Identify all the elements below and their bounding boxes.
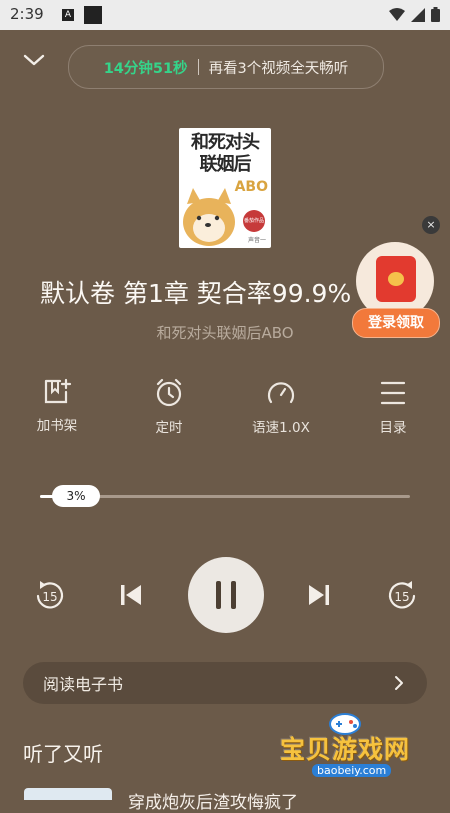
collapse-chevron-icon[interactable] (22, 50, 46, 70)
notification-square-icon (84, 6, 102, 24)
chevron-right-icon (395, 676, 403, 690)
rewind-15-button[interactable]: 15 (30, 578, 70, 614)
shiba-dog-illustration (183, 188, 235, 246)
login-claim-button[interactable]: 登录领取 (352, 308, 440, 338)
notification-a-icon: A (62, 9, 74, 21)
cover-badge: 番茄作品 (243, 210, 265, 232)
add-bookshelf-button[interactable]: 加书架 (17, 378, 97, 434)
rewind-seconds: 15 (42, 590, 57, 604)
pause-icon (216, 581, 236, 609)
add-bookshelf-label: 加书架 (36, 418, 78, 434)
recommendation-cover[interactable] (24, 788, 112, 800)
sleep-timer-button[interactable]: 定时 (129, 378, 209, 436)
signal-icon (411, 7, 425, 22)
cover-title-line1: 和死对头 (191, 132, 260, 153)
pause-button[interactable] (188, 557, 264, 633)
coin-icon (388, 272, 404, 286)
chapter-title: 默认卷 第1章 契合率99.9% (40, 279, 352, 308)
red-envelope-ad[interactable]: × 登录领取 (352, 216, 444, 340)
cover-author: 声音一 (247, 237, 266, 244)
catalog-label: 目录 (379, 420, 407, 436)
menu-list-icon (380, 381, 406, 405)
listen-timer-pill[interactable]: 14分钟51秒 再看3个视频全天畅听 (68, 45, 384, 89)
read-ebook-bar[interactable]: 阅读电子书 (23, 662, 427, 704)
read-ebook-label: 阅读电子书 (43, 675, 124, 694)
next-chapter-button[interactable] (306, 582, 332, 608)
timer-remaining: 14分钟51秒 (103, 60, 188, 77)
site-watermark: 宝贝游戏网 baobeiy.com (270, 704, 420, 794)
previous-chapter-button[interactable] (118, 582, 144, 608)
speed-gauge-icon (267, 382, 295, 404)
alarm-clock-icon (156, 378, 182, 407)
battery-icon (431, 7, 440, 22)
playback-speed-button[interactable]: 语速1.0X (241, 378, 321, 436)
cover-title-line2: 联姻后 (199, 154, 252, 175)
watermark-text: 宝贝游戏网 (280, 735, 411, 764)
catalog-button[interactable]: 目录 (353, 378, 433, 436)
status-icons (389, 7, 440, 22)
watermark-url: baobeiy.com (312, 764, 392, 777)
status-bar: 2:39 A (0, 0, 450, 30)
status-time: 2:39 (10, 5, 44, 23)
cover-title: 和死对头 联姻后 (182, 132, 268, 176)
add-bookshelf-icon (44, 378, 72, 404)
playback-speed-label: 语速1.0X (252, 420, 310, 436)
book-cover[interactable]: 和死对头 联姻后 ABO 番茄作品 声音一 (179, 128, 271, 248)
close-icon[interactable]: × (422, 216, 440, 234)
progress-thumb[interactable]: 3% (52, 485, 100, 507)
forward-15-button[interactable]: 15 (382, 578, 422, 614)
function-row: 加书架 定时 语速1.0X 目录 (0, 378, 450, 438)
divider (197, 59, 199, 75)
forward-seconds: 15 (394, 590, 409, 604)
watch-video-cta: 再看3个视频全天畅听 (208, 60, 349, 77)
sleep-timer-label: 定时 (155, 420, 183, 436)
wifi-icon (389, 7, 405, 21)
recommendations-heading: 听了又听 (23, 742, 103, 766)
